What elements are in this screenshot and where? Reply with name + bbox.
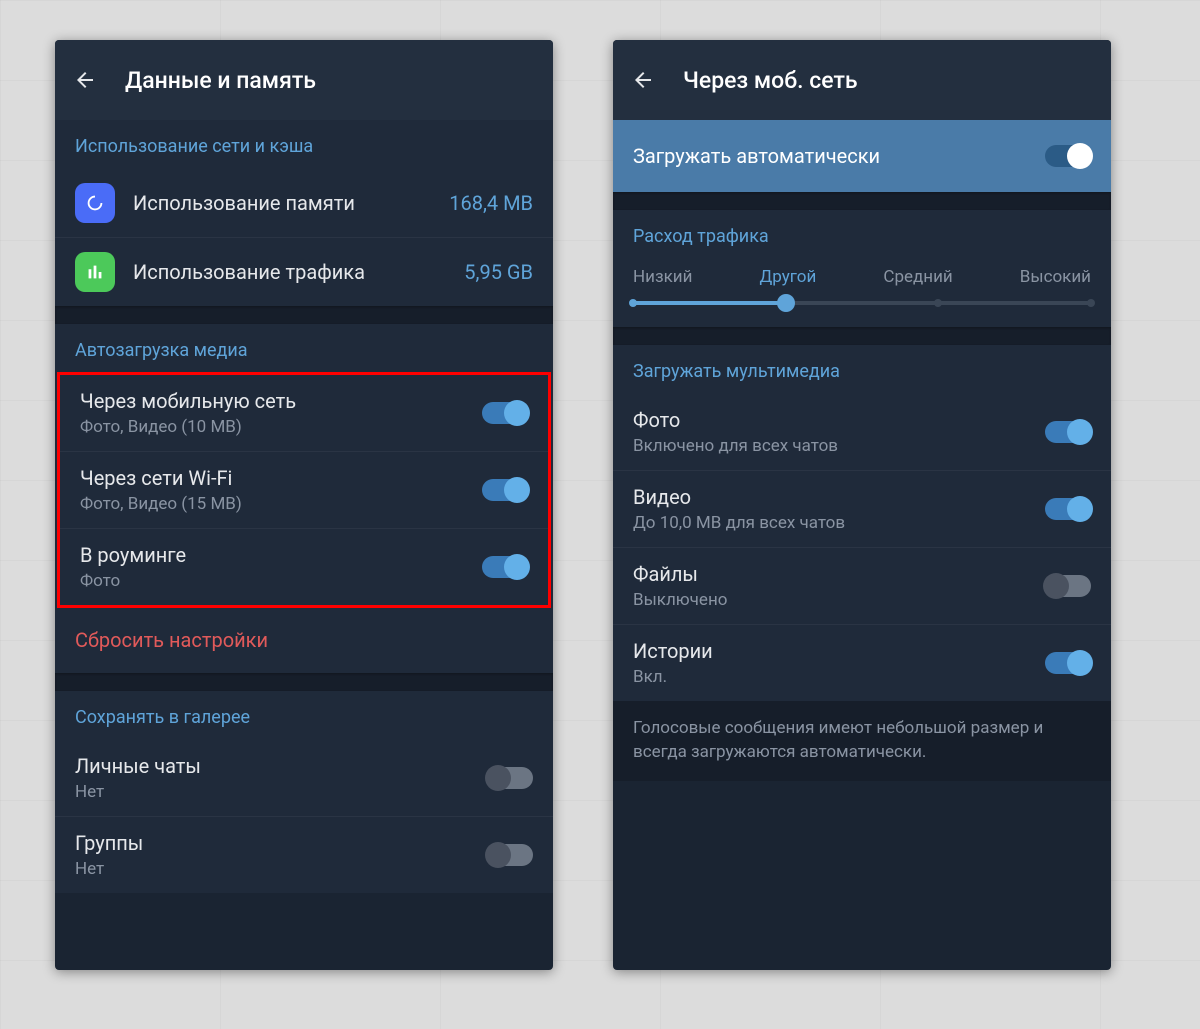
row-sub: Нет — [75, 859, 487, 879]
row-label: Через сети Wi-Fi — [80, 466, 482, 490]
row-storage-usage[interactable]: Использование памяти 168,4 MB — [55, 169, 553, 238]
row-value: 168,4 MB — [449, 191, 533, 215]
row-label: Файлы — [633, 562, 1045, 586]
toggle-files[interactable] — [1045, 575, 1091, 597]
page-title: Данные и память — [125, 67, 316, 94]
toggle-wifi[interactable] — [482, 479, 528, 501]
divider — [613, 327, 1111, 345]
toggle-video[interactable] — [1045, 498, 1091, 520]
row-label: Использование памяти — [133, 191, 449, 215]
row-sub: Фото — [80, 571, 482, 591]
row-roaming[interactable]: В роуминге Фото — [60, 529, 548, 605]
section-header-gallery: Сохранять в галерее — [55, 691, 553, 740]
row-sub: Вкл. — [633, 667, 1045, 687]
row-label: В роуминге — [80, 543, 482, 567]
section-header-media: Загружать мультимедиа — [613, 345, 1111, 394]
toggle-roaming[interactable] — [482, 556, 528, 578]
toggle-private[interactable] — [487, 767, 533, 789]
divider — [55, 673, 553, 691]
toggle-photo[interactable] — [1045, 421, 1091, 443]
row-photo[interactable]: Фото Включено для всех чатов — [613, 394, 1111, 471]
header: Данные и память — [55, 40, 553, 120]
back-button[interactable] — [73, 68, 97, 92]
row-sub: Нет — [75, 782, 487, 802]
slider-thumb[interactable] — [777, 294, 795, 312]
row-mobile-data[interactable]: Через мобильную сеть Фото, Видео (10 MB) — [60, 375, 548, 452]
slider-tick — [629, 299, 637, 307]
section-gallery: Сохранять в галерее Личные чаты Нет Груп… — [55, 691, 553, 893]
slider-label-medium: Средний — [883, 267, 952, 287]
voice-note-info: Голосовые сообщения имеют небольшой разм… — [613, 701, 1111, 781]
row-label: Через мобильную сеть — [80, 389, 482, 413]
screen-data-and-storage: Данные и память Использование сети и кэш… — [55, 40, 553, 970]
row-sub: До 10,0 MB для всех чатов — [633, 513, 1045, 533]
row-groups[interactable]: Группы Нет — [55, 817, 553, 893]
slider-label-high: Высокий — [1020, 267, 1091, 287]
section-header-traffic: Расход трафика — [613, 210, 1111, 259]
row-label: Видео — [633, 485, 1045, 509]
reset-label: Сбросить настройки — [75, 628, 268, 652]
slider-tick — [934, 299, 942, 307]
screen-mobile-network: Через моб. сеть Загружать автоматически … — [613, 40, 1111, 970]
section-traffic: Расход трафика Низкий Другой Средний Выс… — [613, 210, 1111, 327]
row-files[interactable]: Файлы Выключено — [613, 548, 1111, 625]
section-usage: Использование сети и кэша Использование … — [55, 120, 553, 306]
row-label: Личные чаты — [75, 754, 487, 778]
toggle-groups[interactable] — [487, 844, 533, 866]
slider-labels: Низкий Другой Средний Высокий — [633, 267, 1091, 287]
traffic-slider[interactable]: Низкий Другой Средний Высокий — [613, 267, 1111, 327]
back-button[interactable] — [631, 68, 655, 92]
row-label: Использование трафика — [133, 260, 464, 284]
chart-icon — [75, 252, 115, 292]
row-reset-settings[interactable]: Сбросить настройки — [55, 607, 553, 673]
row-label: Фото — [633, 408, 1045, 432]
storage-icon — [75, 183, 115, 223]
slider-label-other: Другой — [760, 267, 817, 287]
toggle-master[interactable] — [1045, 145, 1091, 167]
slider-track[interactable] — [633, 301, 1091, 305]
row-value: 5,95 GB — [464, 260, 533, 284]
row-sub: Фото, Видео (10 MB) — [80, 417, 482, 437]
divider — [55, 306, 553, 324]
slider-fill — [633, 301, 786, 305]
row-master-autodownload[interactable]: Загружать автоматически — [613, 120, 1111, 192]
section-header-autodownload: Автозагрузка медиа — [55, 324, 553, 373]
master-label: Загружать автоматически — [633, 144, 1045, 168]
row-sub: Выключено — [633, 590, 1045, 610]
section-media-types: Загружать мультимедиа Фото Включено для … — [613, 345, 1111, 701]
toggle-stories[interactable] — [1045, 652, 1091, 674]
row-sub: Фото, Видео (15 MB) — [80, 494, 482, 514]
row-label: Истории — [633, 639, 1045, 663]
header: Через моб. сеть — [613, 40, 1111, 120]
row-wifi[interactable]: Через сети Wi-Fi Фото, Видео (15 MB) — [60, 452, 548, 529]
toggle-mobile[interactable] — [482, 402, 528, 424]
row-private-chats[interactable]: Личные чаты Нет — [55, 740, 553, 817]
highlight-annotation: Через мобильную сеть Фото, Видео (10 MB)… — [57, 372, 551, 608]
slider-tick — [1087, 299, 1095, 307]
row-sub: Включено для всех чатов — [633, 436, 1045, 456]
row-video[interactable]: Видео До 10,0 MB для всех чатов — [613, 471, 1111, 548]
divider — [613, 192, 1111, 210]
section-header-usage: Использование сети и кэша — [55, 120, 553, 169]
page-title: Через моб. сеть — [683, 67, 858, 94]
slider-label-low: Низкий — [633, 267, 692, 287]
section-autodownload: Автозагрузка медиа Через мобильную сеть … — [55, 324, 553, 673]
row-data-usage[interactable]: Использование трафика 5,95 GB — [55, 238, 553, 306]
arrow-left-icon — [73, 68, 97, 92]
row-stories[interactable]: Истории Вкл. — [613, 625, 1111, 701]
arrow-left-icon — [631, 68, 655, 92]
row-label: Группы — [75, 831, 487, 855]
